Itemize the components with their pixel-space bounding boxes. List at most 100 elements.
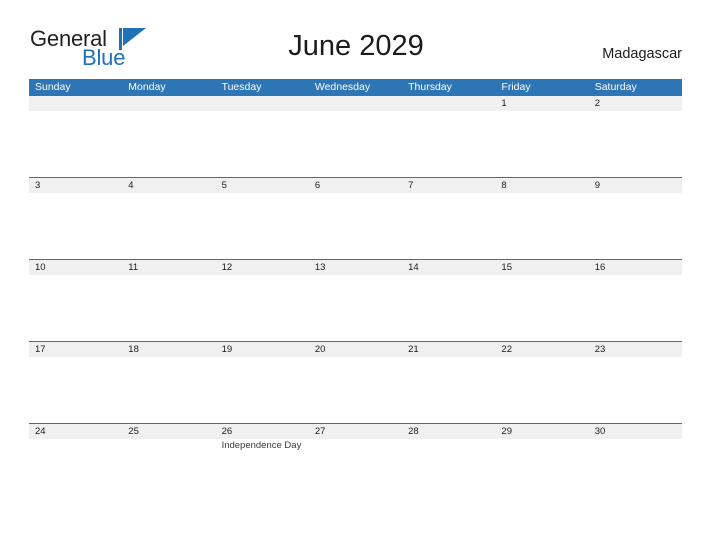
- day-cell[interactable]: 1: [495, 96, 589, 177]
- day-number: 2: [588, 96, 682, 111]
- day-body[interactable]: [402, 111, 495, 177]
- day-body[interactable]: [29, 357, 122, 423]
- day-body[interactable]: [122, 275, 215, 341]
- day-number: 27: [308, 424, 403, 439]
- calendar-week-row: 10 11 12 13 14 15 16: [29, 259, 682, 341]
- day-number: 19: [215, 342, 309, 357]
- day-body[interactable]: [495, 275, 588, 341]
- day-cell[interactable]: 24: [29, 424, 123, 505]
- day-body[interactable]: [495, 111, 588, 177]
- day-number: 18: [122, 342, 216, 357]
- day-body[interactable]: [589, 439, 682, 505]
- day-body[interactable]: [29, 439, 122, 505]
- day-cell[interactable]: 6: [308, 178, 403, 259]
- day-cell[interactable]: 14: [402, 260, 496, 341]
- day-number: 1: [495, 96, 589, 111]
- day-cell[interactable]: 2: [588, 96, 682, 177]
- day-body[interactable]: [589, 193, 682, 259]
- day-number: 4: [122, 178, 216, 193]
- day-number: 24: [29, 424, 123, 439]
- day-cell[interactable]: 19: [215, 342, 309, 423]
- day-cell[interactable]: 7: [402, 178, 496, 259]
- day-number: 29: [495, 424, 589, 439]
- weekday-header-sunday: Sunday: [35, 81, 71, 93]
- day-cell[interactable]: 3: [29, 178, 123, 259]
- day-cell[interactable]: [215, 96, 309, 177]
- day-number: 14: [402, 260, 496, 275]
- day-cell[interactable]: 8: [495, 178, 589, 259]
- day-number: 22: [495, 342, 589, 357]
- day-number: 12: [215, 260, 309, 275]
- page-header: General Blue June 2029 Madagascar: [0, 0, 712, 69]
- day-cell[interactable]: [308, 96, 403, 177]
- calendar-week-row: 3 4 5 6 7 8 9: [29, 177, 682, 259]
- day-body[interactable]: [216, 275, 309, 341]
- day-body[interactable]: [122, 193, 215, 259]
- day-body[interactable]: [309, 111, 402, 177]
- day-body[interactable]: [589, 111, 682, 177]
- day-body[interactable]: [122, 357, 215, 423]
- day-cell[interactable]: 29: [495, 424, 589, 505]
- day-body[interactable]: [216, 111, 309, 177]
- day-body[interactable]: [29, 111, 122, 177]
- day-number: [402, 96, 496, 111]
- day-cell[interactable]: 11: [122, 260, 216, 341]
- day-number: [308, 96, 403, 111]
- day-body[interactable]: [122, 111, 215, 177]
- day-body[interactable]: [309, 275, 402, 341]
- day-body[interactable]: [589, 357, 682, 423]
- day-number: 11: [122, 260, 216, 275]
- day-body[interactable]: [402, 193, 495, 259]
- calendar-page: General Blue June 2029 Madagascar Sunday…: [0, 0, 712, 550]
- weekday-header-tuesday: Tuesday: [221, 81, 262, 93]
- day-number: 30: [588, 424, 682, 439]
- day-number: 9: [588, 178, 682, 193]
- day-body[interactable]: [495, 357, 588, 423]
- day-cell[interactable]: 17: [29, 342, 123, 423]
- day-cell[interactable]: [122, 96, 216, 177]
- day-body[interactable]: [216, 357, 309, 423]
- day-body[interactable]: [216, 193, 309, 259]
- day-body[interactable]: [29, 275, 122, 341]
- day-cell[interactable]: 9: [588, 178, 682, 259]
- day-cell[interactable]: [402, 96, 496, 177]
- calendar-week-row: 1 2: [29, 96, 682, 177]
- day-cell[interactable]: [29, 96, 123, 177]
- day-cell[interactable]: 22: [495, 342, 589, 423]
- day-body[interactable]: [495, 439, 588, 505]
- day-body[interactable]: [495, 193, 588, 259]
- day-number: 8: [495, 178, 589, 193]
- day-body[interactable]: [309, 193, 402, 259]
- day-body[interactable]: [309, 357, 402, 423]
- day-cell[interactable]: 25: [122, 424, 216, 505]
- day-cell[interactable]: 12: [215, 260, 309, 341]
- day-body[interactable]: [402, 439, 495, 505]
- calendar-table: Sunday Monday Tuesday Wednesday Thursday…: [29, 79, 682, 505]
- weekday-header-friday: Friday: [501, 81, 531, 93]
- day-cell[interactable]: 10: [29, 260, 123, 341]
- day-cell[interactable]: 28: [402, 424, 496, 505]
- day-number: 15: [495, 260, 589, 275]
- day-cell[interactable]: 23: [588, 342, 682, 423]
- calendar-week-row: 24 25 26 Independence Day 27 28 29 30: [29, 423, 682, 505]
- day-cell[interactable]: 13: [308, 260, 403, 341]
- day-cell[interactable]: 18: [122, 342, 216, 423]
- day-cell[interactable]: 21: [402, 342, 496, 423]
- day-number: 6: [308, 178, 403, 193]
- day-body[interactable]: Independence Day: [216, 439, 309, 505]
- day-cell[interactable]: 16: [588, 260, 682, 341]
- day-body[interactable]: [29, 193, 122, 259]
- day-cell[interactable]: 4: [122, 178, 216, 259]
- day-cell[interactable]: 26 Independence Day: [215, 424, 309, 505]
- day-body[interactable]: [122, 439, 215, 505]
- day-cell[interactable]: 15: [495, 260, 589, 341]
- day-body[interactable]: [402, 357, 495, 423]
- day-body[interactable]: [589, 275, 682, 341]
- day-cell[interactable]: 20: [308, 342, 403, 423]
- day-cell[interactable]: 27: [308, 424, 403, 505]
- day-cell[interactable]: 30: [588, 424, 682, 505]
- day-cell[interactable]: 5: [215, 178, 309, 259]
- day-body[interactable]: [309, 439, 402, 505]
- day-body[interactable]: [402, 275, 495, 341]
- day-number: 26: [215, 424, 309, 439]
